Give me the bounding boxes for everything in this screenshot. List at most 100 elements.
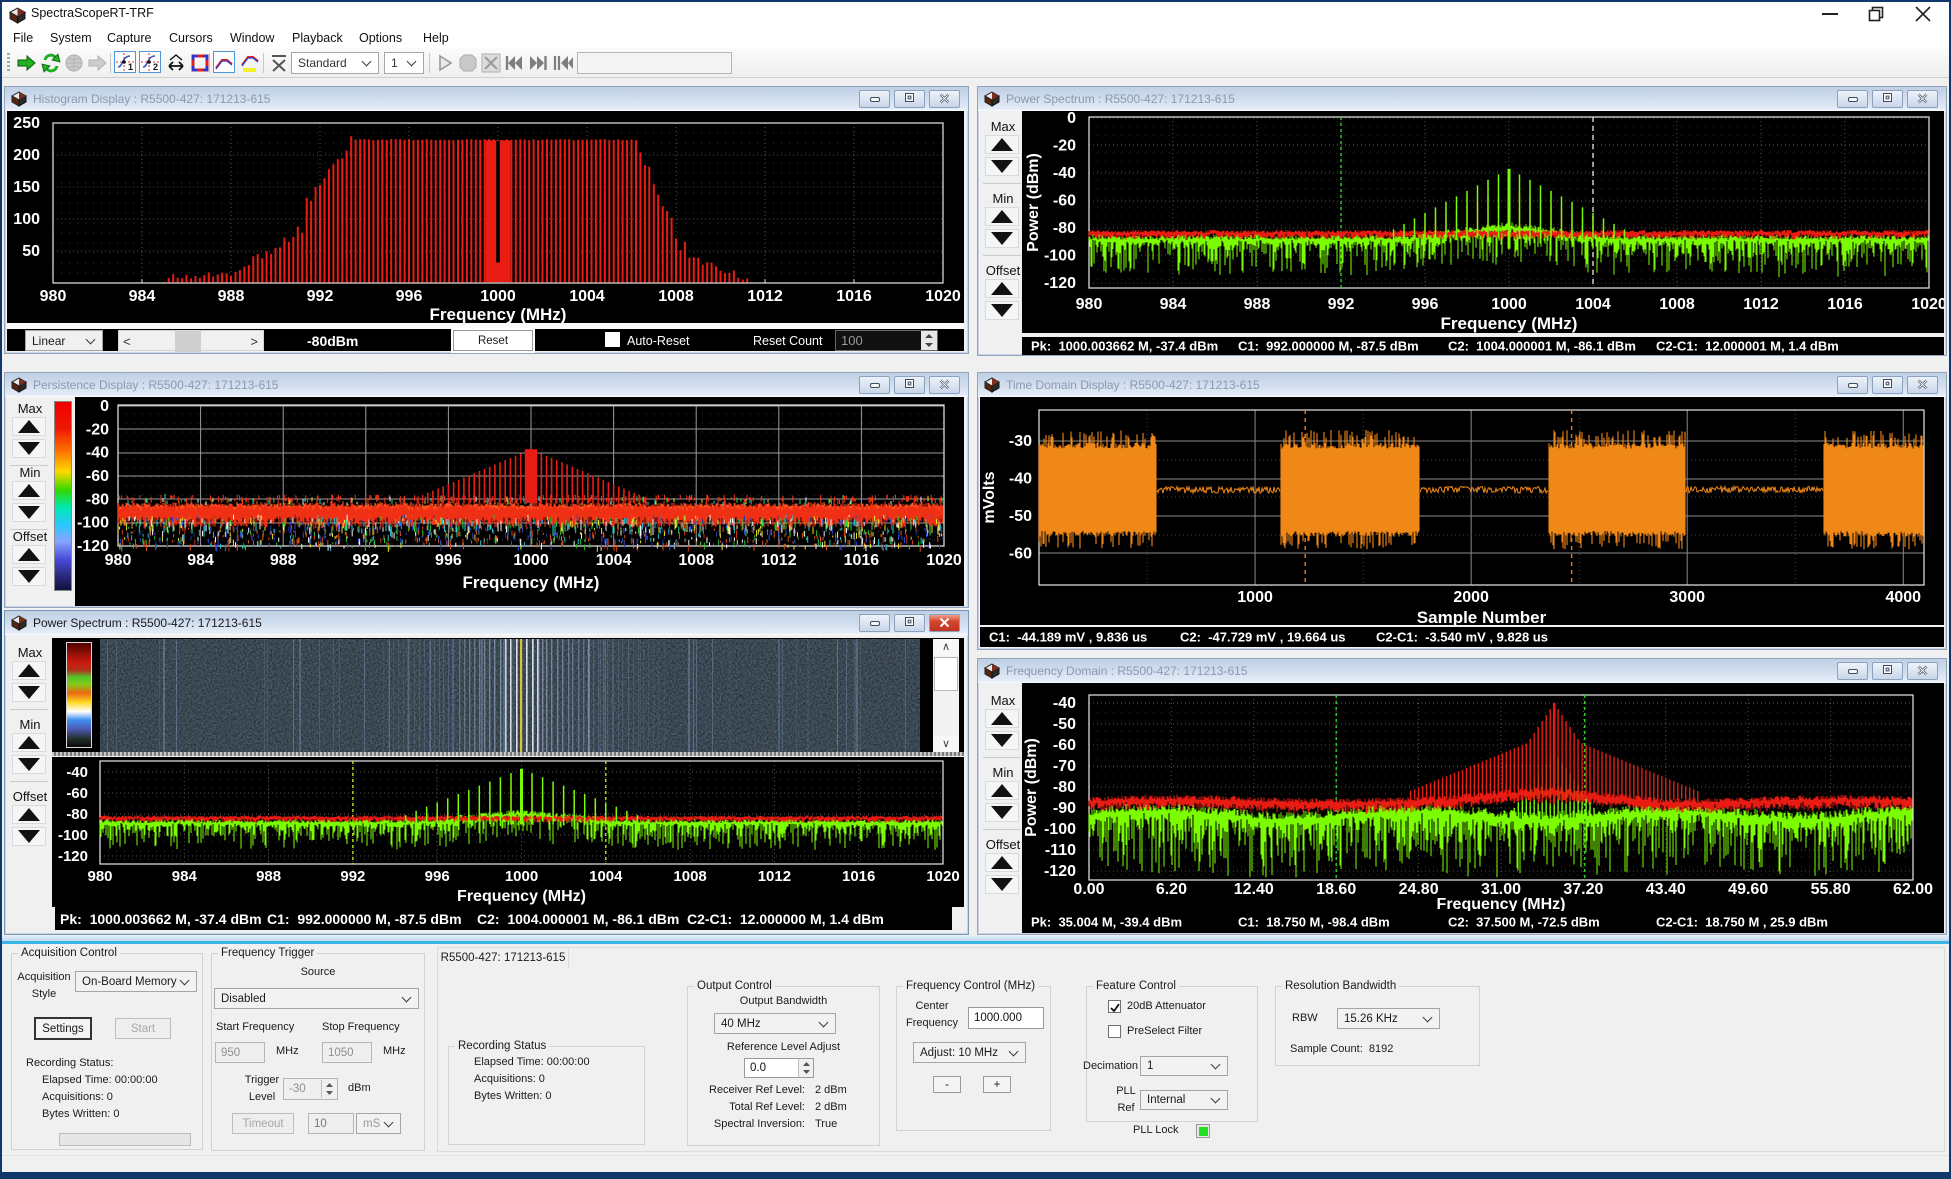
svg-text:980: 980 (1076, 296, 1103, 313)
svg-text:1020: 1020 (925, 288, 961, 305)
svg-text:-100: -100 (1044, 248, 1076, 265)
svg-text:1012: 1012 (747, 288, 783, 305)
svg-text:-60: -60 (86, 468, 109, 485)
svg-text:-80: -80 (66, 806, 88, 823)
svg-text:-50: -50 (1009, 508, 1032, 525)
svg-text:1008: 1008 (678, 552, 714, 569)
svg-text:1016: 1016 (1827, 296, 1863, 313)
svg-text:Frequency (MHz): Frequency (MHz) (457, 888, 586, 905)
svg-text:Frequency (MHz): Frequency (MHz) (1437, 896, 1566, 911)
svg-text:1020: 1020 (1911, 296, 1944, 313)
svg-text:-40: -40 (1053, 165, 1076, 182)
svg-text:1004: 1004 (596, 552, 632, 569)
svg-text:-100: -100 (1044, 821, 1076, 838)
svg-text:1020: 1020 (926, 552, 962, 569)
svg-text:200: 200 (13, 147, 40, 164)
svg-text:992: 992 (340, 868, 365, 885)
svg-text:1016: 1016 (844, 552, 880, 569)
svg-text:150: 150 (13, 179, 40, 196)
svg-text:2: 2 (153, 62, 158, 72)
svg-text:-20: -20 (86, 421, 109, 438)
svg-text:1004: 1004 (589, 868, 623, 885)
svg-text:49.60: 49.60 (1728, 881, 1768, 898)
svg-text:1008: 1008 (673, 868, 706, 885)
svg-text:1004: 1004 (1575, 296, 1611, 313)
svg-text:1: 1 (128, 62, 133, 72)
svg-text:1012: 1012 (761, 552, 797, 569)
svg-text:988: 988 (256, 868, 281, 885)
svg-text:-120: -120 (1044, 863, 1076, 880)
svg-text:996: 996 (1412, 296, 1439, 313)
svg-text:-100: -100 (58, 827, 88, 844)
svg-text:-40: -40 (1053, 695, 1076, 712)
svg-text:1016: 1016 (836, 288, 872, 305)
svg-text:50: 50 (22, 243, 40, 260)
svg-text:0: 0 (1067, 111, 1076, 127)
svg-text:1012: 1012 (758, 868, 791, 885)
svg-text:1008: 1008 (1659, 296, 1695, 313)
svg-text:-60: -60 (1053, 737, 1076, 754)
svg-text:-80: -80 (86, 491, 109, 508)
svg-text:4000: 4000 (1885, 589, 1921, 606)
svg-text:984: 984 (129, 288, 156, 305)
svg-text:-120: -120 (58, 848, 88, 865)
svg-text:100: 100 (13, 211, 40, 228)
svg-text:Frequency (MHz): Frequency (MHz) (430, 305, 567, 324)
svg-text:55.80: 55.80 (1811, 881, 1851, 898)
svg-text:43.40: 43.40 (1646, 881, 1686, 898)
svg-text:1008: 1008 (658, 288, 694, 305)
svg-text:984: 984 (187, 552, 214, 569)
svg-text:-20: -20 (1053, 138, 1076, 155)
svg-text:-50: -50 (1053, 716, 1076, 733)
svg-text:Frequency (MHz): Frequency (MHz) (1441, 314, 1578, 333)
svg-text:3000: 3000 (1669, 589, 1705, 606)
svg-text:-80: -80 (1053, 220, 1076, 237)
svg-text:Power (dBm): Power (dBm) (1023, 738, 1040, 837)
svg-text:-40: -40 (86, 445, 109, 462)
svg-text:18.60: 18.60 (1316, 881, 1356, 898)
svg-text:1012: 1012 (1743, 296, 1779, 313)
svg-text:988: 988 (1244, 296, 1271, 313)
svg-text:6.20: 6.20 (1156, 881, 1187, 898)
svg-text:Power (dBm): Power (dBm) (1025, 153, 1042, 252)
svg-text:2000: 2000 (1453, 589, 1489, 606)
svg-text:62.00: 62.00 (1893, 881, 1933, 898)
svg-text:-100: -100 (77, 515, 109, 532)
svg-text:992: 992 (352, 552, 379, 569)
svg-text:988: 988 (218, 288, 245, 305)
svg-text:-40: -40 (1009, 471, 1032, 488)
svg-text:-30: -30 (1009, 433, 1032, 450)
svg-text:Sample Number: Sample Number (1417, 608, 1547, 625)
svg-text:980: 980 (87, 868, 112, 885)
svg-text:1020: 1020 (926, 868, 959, 885)
svg-text:992: 992 (307, 288, 334, 305)
svg-text:-90: -90 (1053, 800, 1076, 817)
svg-text:mVolts: mVolts (981, 471, 998, 523)
svg-text:1000: 1000 (480, 288, 516, 305)
svg-text:984: 984 (1160, 296, 1187, 313)
svg-text:12.40: 12.40 (1234, 881, 1274, 898)
svg-text:Frequency (MHz): Frequency (MHz) (463, 573, 600, 592)
svg-text:1000: 1000 (1491, 296, 1527, 313)
svg-text:1000: 1000 (513, 552, 549, 569)
svg-text:-40: -40 (66, 764, 88, 781)
svg-text:992: 992 (1328, 296, 1355, 313)
svg-text:988: 988 (270, 552, 297, 569)
svg-text:1000: 1000 (505, 868, 538, 885)
svg-text:-60: -60 (1009, 546, 1032, 563)
svg-text:984: 984 (172, 868, 198, 885)
svg-text:37.20: 37.20 (1563, 881, 1603, 898)
svg-text:24.80: 24.80 (1399, 881, 1439, 898)
svg-text:996: 996 (425, 868, 450, 885)
svg-text:1000: 1000 (1237, 589, 1273, 606)
svg-text:996: 996 (435, 552, 462, 569)
svg-text:996: 996 (396, 288, 423, 305)
svg-text:-110: -110 (1045, 842, 1076, 859)
svg-text:-120: -120 (77, 538, 109, 555)
svg-text:-70: -70 (1053, 758, 1076, 775)
svg-text:0: 0 (100, 398, 109, 415)
svg-text:1016: 1016 (842, 868, 875, 885)
svg-text:0.00: 0.00 (1073, 881, 1104, 898)
svg-text:-60: -60 (66, 785, 88, 802)
svg-text:-60: -60 (1053, 193, 1076, 210)
